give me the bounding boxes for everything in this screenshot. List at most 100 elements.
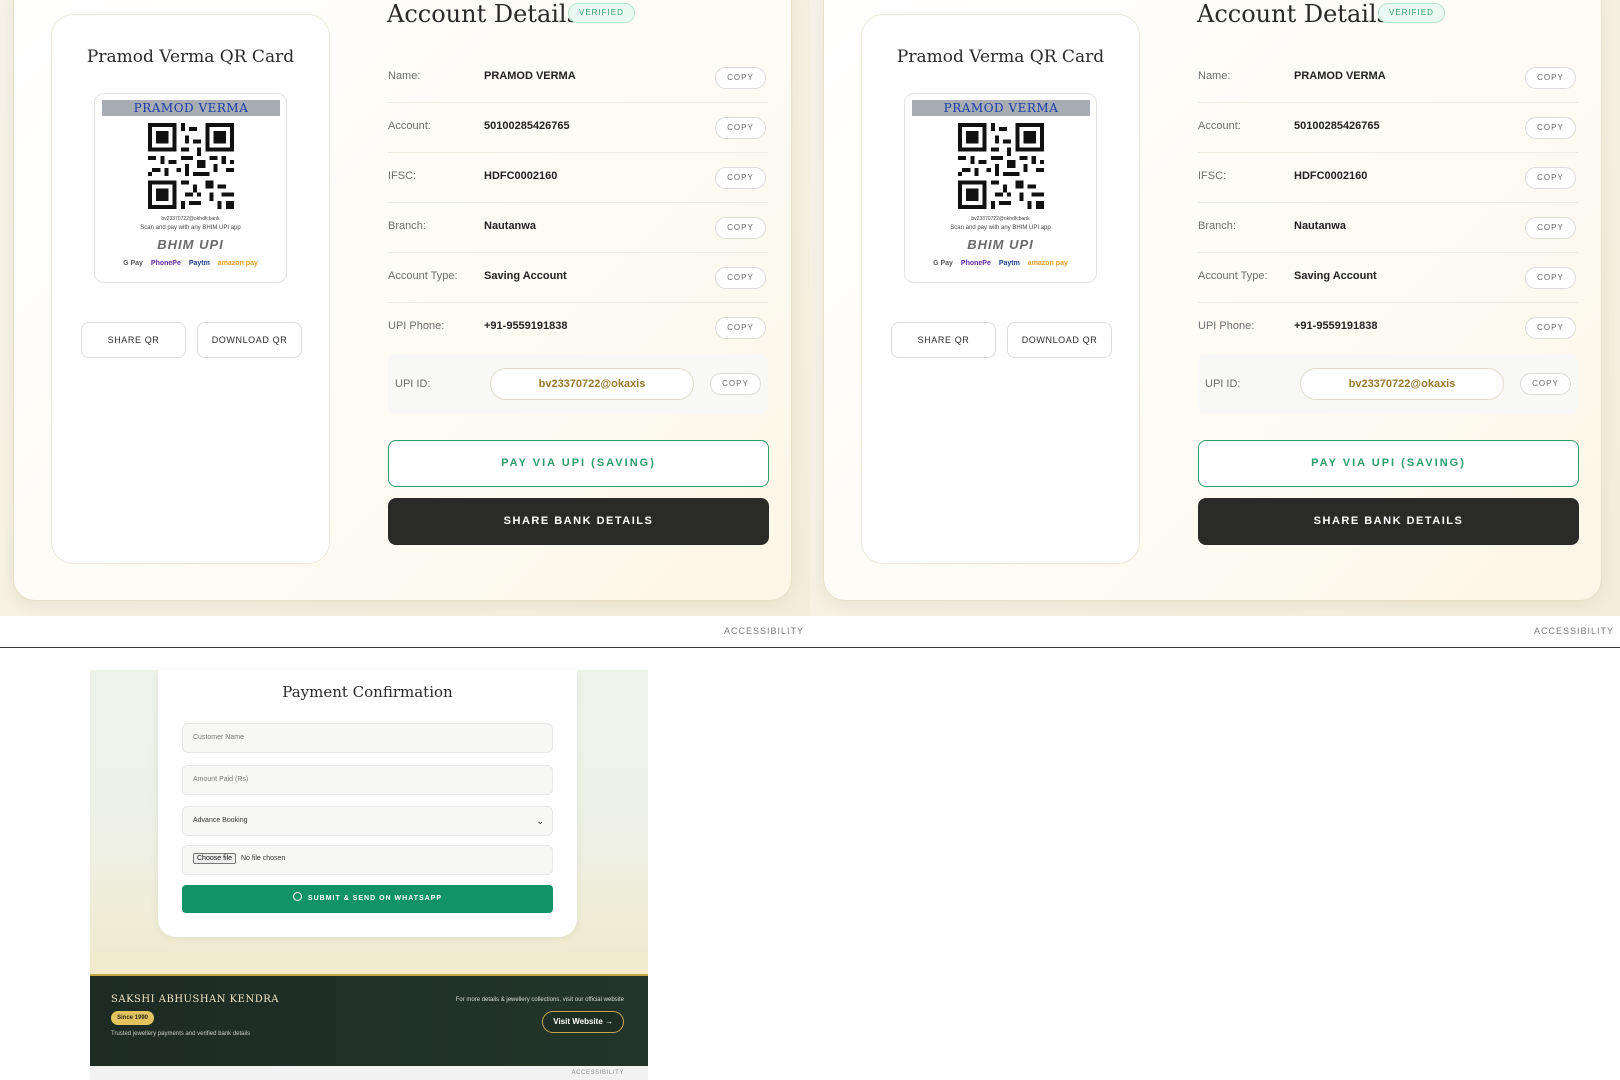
qr-code-icon [958, 123, 1044, 209]
detail-value: Nautanwa [484, 220, 536, 232]
customer-name-input[interactable]: Customer Name [182, 723, 553, 753]
qr-name-band: PRAMOD VERMA [102, 100, 280, 116]
copy-button[interactable]: COPY [715, 317, 766, 339]
copy-button[interactable]: COPY [715, 167, 766, 189]
accessibility-link[interactable]: ACCESSIBILITY [572, 1070, 624, 1076]
detail-label: Account: [1198, 120, 1241, 132]
detail-value: +91-9559191838 [1294, 320, 1378, 332]
pay-via-upi-button[interactable]: PAY VIA UPI (SAVING) [1198, 440, 1579, 487]
footer-tagline: Trusted jewellery payments and verified … [111, 1031, 251, 1037]
detail-label: Name: [1198, 70, 1231, 82]
upi-id-row: UPI ID: bv23370722@okaxis COPY [1198, 354, 1578, 414]
download-qr-button[interactable]: DOWNLOAD QR [1007, 322, 1112, 358]
copy-button[interactable]: COPY [715, 117, 766, 139]
brand-name: SAKSHI ABHUSHAN KENDRA [111, 994, 279, 1005]
purpose-select[interactable]: Advance Booking ⌄ [182, 806, 553, 836]
payment-confirmation-section: Payment Confirmation Customer Name Amoun… [90, 670, 648, 1080]
copy-button[interactable]: COPY [1525, 117, 1576, 139]
account-panel-left: Pramod Verma QR Card PRAMOD VERMA bv2337… [0, 0, 810, 648]
paytm-logo: Paytm [188, 260, 210, 267]
detail-label: UPI Phone: [1198, 320, 1255, 332]
upi-id-value[interactable]: bv23370722@okaxis [1300, 368, 1504, 400]
footer-more-text: For more details & jewellery collections… [455, 997, 624, 1003]
amazonpay-logo: amazon pay [217, 260, 258, 267]
panel-footer: ACCESSIBILITY [810, 616, 1620, 648]
form-title: Payment Confirmation [282, 683, 453, 701]
payment-form: Payment Confirmation Customer Name Amoun… [158, 670, 577, 937]
detail-row-account: Account: 50100285426765 COPY [388, 103, 768, 153]
site-footer: SAKSHI ABHUSHAN KENDRA Since 1990 Truste… [90, 974, 648, 1066]
payment-apps-row: G Pay PhonePe Paytm amazon pay [905, 260, 1096, 267]
detail-row-name: Name: PRAMOD VERMA COPY [388, 53, 768, 103]
detail-label: Branch: [388, 220, 426, 232]
detail-row-upi-phone: UPI Phone: +91-9559191838 COPY [1198, 303, 1578, 353]
phonepe-logo: PhonePe [960, 260, 991, 267]
detail-label: Account Type: [388, 270, 458, 282]
phonepe-logo: PhonePe [150, 260, 181, 267]
paytm-logo: Paytm [998, 260, 1020, 267]
amount-paid-input[interactable]: Amount Paid (Rs) [182, 765, 553, 795]
download-qr-button[interactable]: DOWNLOAD QR [197, 322, 302, 358]
detail-value: Nautanwa [1294, 220, 1346, 232]
copy-button[interactable]: COPY [1525, 217, 1576, 239]
detail-value: +91-9559191838 [484, 320, 568, 332]
upi-id-value[interactable]: bv23370722@okaxis [490, 368, 694, 400]
copy-button[interactable]: COPY [715, 267, 766, 289]
qr-scan-text: Scan and pay with any BHIM UPI app [140, 225, 241, 231]
detail-label: IFSC: [1198, 170, 1227, 182]
page-title: Account Details [1197, 0, 1389, 28]
copy-button[interactable]: COPY [1525, 167, 1576, 189]
file-status-text: No file chosen [240, 855, 286, 862]
submit-whatsapp-button[interactable]: SUBMIT & SEND ON WHATSAPP [182, 885, 553, 913]
qr-card-title: Pramod Verma QR Card [86, 47, 295, 67]
qr-code-image: PRAMOD VERMA bv23370722@okhdfcbank Scan … [94, 93, 287, 283]
accessibility-link[interactable]: ACCESSIBILITY [724, 626, 804, 636]
accessibility-bar: ACCESSIBILITY [90, 1066, 648, 1080]
detail-label: UPI Phone: [388, 320, 445, 332]
detail-label: Account: [388, 120, 431, 132]
accessibility-link[interactable]: ACCESSIBILITY [1534, 626, 1614, 636]
chevron-down-icon: ⌄ [536, 816, 544, 826]
upi-id-label: UPI ID: [1205, 378, 1241, 390]
detail-row-ifsc: IFSC: HDFC0002160 COPY [1198, 153, 1578, 203]
purpose-selected-value: Advance Booking [193, 817, 248, 824]
detail-row-upi-phone: UPI Phone: +91-9559191838 COPY [388, 303, 768, 353]
screenshot-file-input[interactable]: Choose file No file chosen [182, 845, 553, 875]
detail-value: Saving Account [1294, 270, 1377, 282]
qr-card: Pramod Verma QR Card PRAMOD VERMA bv2337… [861, 14, 1140, 564]
pay-via-upi-button[interactable]: PAY VIA UPI (SAVING) [388, 440, 769, 487]
account-panel-right: Pramod Verma QR Card PRAMOD VERMA bv2337… [810, 0, 1620, 648]
copy-button[interactable]: COPY [715, 217, 766, 239]
share-qr-button[interactable]: SHARE QR [81, 322, 186, 358]
copy-button[interactable]: COPY [1525, 317, 1576, 339]
copy-button[interactable]: COPY [715, 67, 766, 89]
copy-button[interactable]: COPY [710, 373, 761, 395]
detail-label: Account Type: [1198, 270, 1268, 282]
verified-badge: VERIFIED [568, 3, 635, 23]
detail-row-ifsc: IFSC: HDFC0002160 COPY [388, 153, 768, 203]
payment-apps-row: G Pay PhonePe Paytm amazon pay [95, 260, 286, 267]
share-qr-button[interactable]: SHARE QR [891, 322, 996, 358]
gpay-logo: G Pay [123, 260, 143, 267]
share-bank-details-button[interactable]: SHARE BANK DETAILS [1198, 498, 1579, 545]
amazonpay-logo: amazon pay [1027, 260, 1068, 267]
qr-card-title: Pramod Verma QR Card [896, 47, 1105, 67]
qr-code-image: PRAMOD VERMA bv23370722@okhdfcbank Scan … [904, 93, 1097, 283]
visit-website-button[interactable]: Visit Website → [542, 1011, 624, 1033]
submit-label: SUBMIT & SEND ON WHATSAPP [307, 895, 443, 902]
account-card: Pramod Verma QR Card PRAMOD VERMA bv2337… [13, 0, 792, 601]
qr-name-band: PRAMOD VERMA [912, 100, 1090, 116]
qr-vpa-text: bv23370722@okhdfcbank [971, 216, 1030, 222]
gpay-logo: G Pay [933, 260, 953, 267]
copy-button[interactable]: COPY [1525, 67, 1576, 89]
choose-file-button[interactable]: Choose file [193, 853, 237, 864]
page-title: Account Details [387, 0, 579, 28]
qr-card: Pramod Verma QR Card PRAMOD VERMA bv2337… [51, 14, 330, 564]
share-bank-details-button[interactable]: SHARE BANK DETAILS [388, 498, 769, 545]
detail-row-account-type: Account Type: Saving Account COPY [388, 253, 768, 303]
detail-value: HDFC0002160 [1294, 170, 1368, 182]
copy-button[interactable]: COPY [1525, 267, 1576, 289]
bhim-upi-logo: BHIM UPI [157, 237, 224, 252]
detail-value: 50100285426765 [1294, 120, 1380, 132]
copy-button[interactable]: COPY [1520, 373, 1571, 395]
